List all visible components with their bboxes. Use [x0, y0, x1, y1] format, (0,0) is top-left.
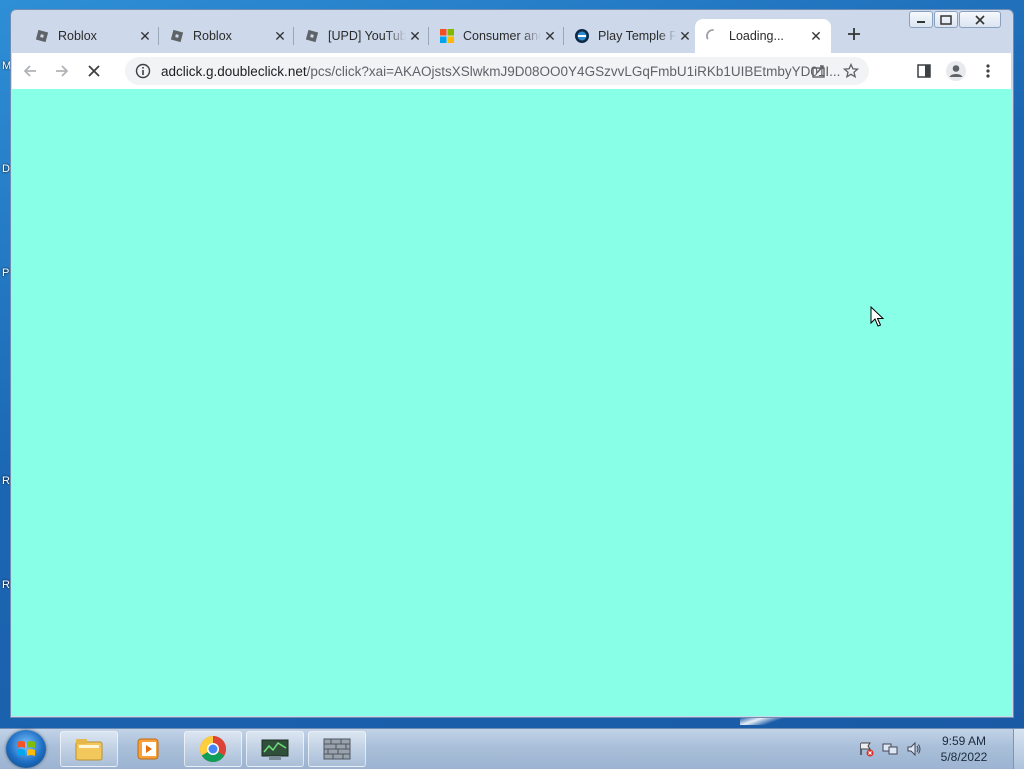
profile-button[interactable]	[944, 59, 968, 83]
clock-date: 5/8/2022	[940, 750, 988, 764]
brick-wall-icon	[323, 738, 351, 760]
tab-title: Play Temple Run	[598, 29, 676, 43]
close-tab-icon[interactable]: ✕	[676, 28, 694, 45]
windows-logo-icon	[17, 741, 35, 756]
share-button[interactable]	[809, 61, 829, 81]
stop-icon	[88, 65, 100, 77]
info-icon[interactable]	[135, 63, 151, 79]
tab-title: Roblox	[58, 29, 97, 43]
start-button[interactable]	[6, 730, 46, 768]
clock[interactable]: 9:59 AM 5/8/2022	[929, 733, 999, 765]
microsoft-icon	[439, 28, 455, 44]
spinner-icon	[705, 28, 721, 44]
new-tab-button[interactable]	[843, 25, 865, 47]
stop-loading-button[interactable]	[80, 57, 108, 85]
back-button[interactable]	[16, 57, 44, 85]
address-bar[interactable]: adclick.g.doubleclick.net/pcs/click?xai=…	[125, 57, 869, 85]
tab-youtube-upd[interactable]: [UPD] YouTube ✕	[294, 19, 430, 53]
url-text[interactable]: adclick.g.doubleclick.net/pcs/click?xai=…	[161, 64, 841, 79]
taskbar: 9:59 AM 5/8/2022	[0, 728, 1024, 769]
browser-toolbar: adclick.g.doubleclick.net/pcs/click?xai=…	[12, 53, 1011, 89]
taskbar-media-player[interactable]	[120, 731, 178, 767]
kebab-menu-icon	[986, 64, 990, 78]
tab-consumer[interactable]: Consumer and ✕	[429, 19, 565, 53]
share-icon	[812, 65, 825, 78]
taskbar-network-app[interactable]	[246, 731, 304, 767]
tab-loading-active[interactable]: Loading... ✕	[695, 19, 831, 53]
desktop-icon-label[interactable]: R	[2, 579, 10, 591]
tab-roblox-2[interactable]: Roblox ✕	[159, 19, 295, 53]
tab-title: Roblox	[193, 29, 232, 43]
roblox-icon	[34, 28, 50, 44]
forward-button[interactable]	[48, 57, 76, 85]
mouse-cursor-icon	[870, 306, 885, 327]
taskbar-firewall-app[interactable]	[308, 731, 366, 767]
network-icon[interactable]	[881, 740, 899, 758]
action-center-icon[interactable]	[857, 740, 875, 758]
tab-title: Loading...	[729, 29, 784, 43]
folder-icon	[75, 739, 103, 761]
close-tab-icon[interactable]: ✕	[807, 28, 825, 45]
page-viewport[interactable]	[12, 89, 1011, 716]
system-tray: 9:59 AM 5/8/2022	[857, 729, 1024, 769]
roblox-icon	[304, 28, 320, 44]
close-tab-icon[interactable]: ✕	[406, 28, 424, 45]
tab-play-temple[interactable]: Play Temple Run ✕	[564, 19, 700, 53]
volume-icon[interactable]	[905, 740, 923, 758]
temple-icon	[574, 28, 590, 44]
bookmark-button[interactable]	[841, 61, 861, 81]
menu-button[interactable]	[976, 59, 1000, 83]
close-tab-icon[interactable]: ✕	[136, 28, 154, 45]
avatar-icon	[946, 61, 966, 81]
clock-time: 9:59 AM	[941, 734, 987, 748]
close-tab-icon[interactable]: ✕	[541, 28, 559, 45]
tab-title: Consumer and	[463, 29, 541, 43]
arrow-right-icon	[56, 65, 69, 77]
plus-icon	[848, 28, 860, 40]
url-host: adclick.g.doubleclick.net	[161, 63, 307, 79]
arrow-left-icon	[23, 65, 36, 77]
show-desktop-button[interactable]	[1013, 729, 1024, 769]
desktop-icon-label[interactable]: R	[2, 475, 10, 487]
desktop-icon-label[interactable]: D	[2, 163, 10, 175]
taskbar-explorer[interactable]	[60, 731, 118, 767]
network-monitor-icon	[261, 739, 289, 760]
roblox-icon	[169, 28, 185, 44]
close-tab-icon[interactable]: ✕	[271, 28, 289, 45]
tab-title: [UPD] YouTube	[328, 29, 406, 43]
url-path: /pcs/click?xai=AKAOjstsXSlwkmJ9D08OO0Y4G…	[306, 63, 841, 79]
tab-strip: Roblox ✕ Roblox ✕ [UPD] YouTube ✕ Consum…	[12, 19, 1012, 53]
side-panel-button[interactable]	[912, 59, 936, 83]
desktop-icon-label[interactable]: P	[2, 267, 9, 279]
tab-roblox-1[interactable]: Roblox ✕	[24, 19, 160, 53]
taskbar-chrome[interactable]	[184, 731, 242, 767]
side-panel-icon	[917, 64, 931, 78]
media-player-icon	[137, 738, 159, 760]
chrome-icon	[199, 735, 227, 763]
star-icon	[843, 63, 859, 79]
